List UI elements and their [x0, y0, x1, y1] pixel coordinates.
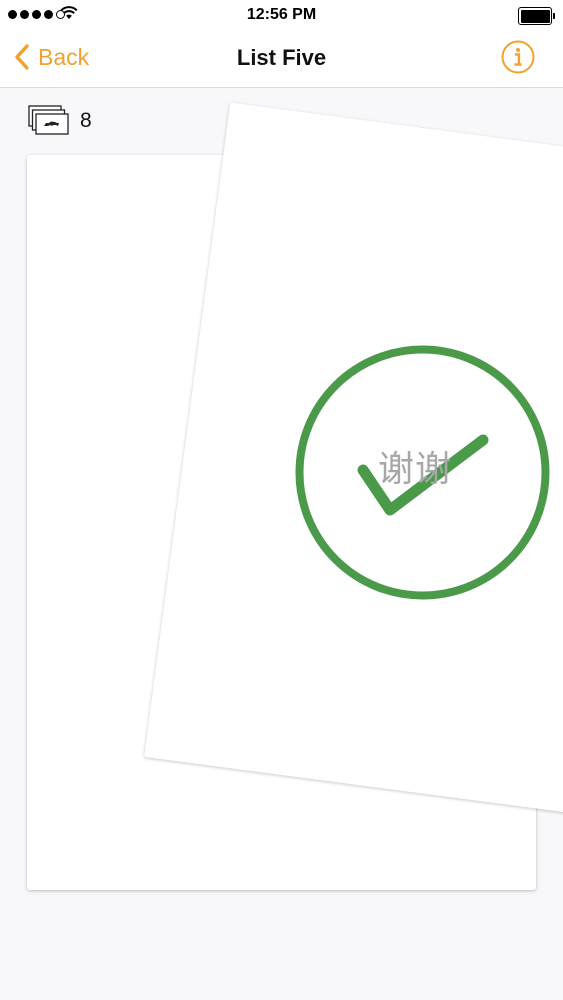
navigation-bar: Back List Five: [0, 30, 563, 88]
status-time: 12:56 PM: [246, 6, 317, 23]
status-bar: 12:56 PM: [0, 0, 563, 30]
page-title: List Five: [236, 45, 327, 70]
card-word: 谢谢: [378, 449, 453, 490]
info-icon[interactable]: [501, 40, 535, 74]
deck-count: 8: [28, 105, 92, 137]
deck-count-value: 8: [80, 109, 92, 132]
battery-icon: [518, 7, 555, 25]
cards-stack-icon: [28, 105, 69, 135]
